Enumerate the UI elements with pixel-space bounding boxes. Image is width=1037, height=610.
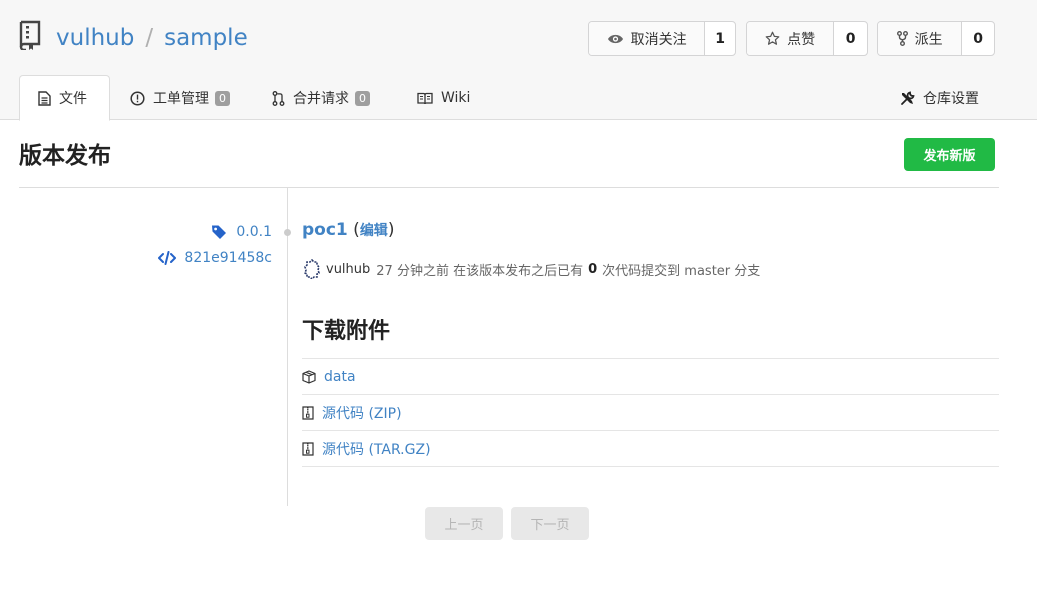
repo-title: vulhub / sample xyxy=(56,22,248,54)
star-count[interactable]: 0 xyxy=(834,22,867,55)
open-paren: ( xyxy=(353,220,360,240)
repo-icon xyxy=(19,20,41,50)
tag-icon xyxy=(212,225,227,239)
fork-button-group: 派生 0 xyxy=(877,21,995,56)
watch-label: 取消关注 xyxy=(630,31,687,48)
fork-icon xyxy=(896,31,908,46)
repo-owner-link[interactable]: vulhub xyxy=(56,25,134,51)
close-paren: ) xyxy=(387,220,395,240)
download-item-data[interactable]: data xyxy=(302,359,999,395)
release-name-link[interactable]: poc1 xyxy=(302,220,348,240)
watch-button[interactable]: 取消关注 xyxy=(589,22,706,55)
downloads-list: data 源代码 (ZIP) 源代码 (TAR.GZ) xyxy=(302,358,999,467)
release-commit-sha: 821e91458c xyxy=(184,250,272,266)
zip-file-icon xyxy=(302,405,314,420)
zip-file-icon xyxy=(302,441,314,456)
tab-pull-requests[interactable]: 合并请求 0 xyxy=(272,76,370,120)
release-tag-label: 0.0.1 xyxy=(236,224,272,240)
commits-since-count: 0 xyxy=(588,261,598,277)
tab-settings[interactable]: 仓库设置 xyxy=(900,76,979,120)
download-item-source-zip[interactable]: 源代码 (ZIP) xyxy=(302,395,999,431)
star-label: 点赞 xyxy=(787,31,816,48)
eye-icon xyxy=(607,34,623,43)
tab-files[interactable]: 文件 xyxy=(19,75,110,121)
star-button-group: 点赞 0 xyxy=(746,21,868,56)
watch-count[interactable]: 1 xyxy=(705,22,735,55)
repo-header: vulhub / sample 取消关注 1 点赞 0 派生 0 文件 工单管理 0… xyxy=(0,0,1037,121)
repo-title-separator: / xyxy=(145,25,154,51)
download-item-source-targz[interactable]: 源代码 (TAR.GZ) xyxy=(302,431,999,467)
release-timeline-dot xyxy=(284,229,291,236)
release-commit-link[interactable]: 821e91458c xyxy=(158,250,272,266)
page-title: 版本发布 xyxy=(19,143,111,169)
fork-button[interactable]: 派生 xyxy=(878,22,963,55)
release-edit-link[interactable]: 编辑 xyxy=(360,223,388,239)
tab-wiki-label: Wiki xyxy=(441,90,471,106)
prev-page-button[interactable]: 上一页 xyxy=(425,507,503,540)
tools-icon xyxy=(901,90,915,105)
book-icon xyxy=(417,92,433,104)
tab-wiki[interactable]: Wiki xyxy=(417,76,470,120)
fork-label: 派生 xyxy=(914,31,943,48)
file-icon xyxy=(38,90,51,106)
tab-settings-label: 仓库设置 xyxy=(923,91,979,107)
tab-pull-requests-label: 合并请求 xyxy=(293,91,349,107)
star-icon xyxy=(765,31,780,45)
watch-button-group: 取消关注 1 xyxy=(588,21,736,56)
commits-to-branch-text: 次代码提交到 master 分支 xyxy=(602,263,761,279)
download-item-label: 源代码 (ZIP) xyxy=(322,405,402,422)
fork-count[interactable]: 0 xyxy=(962,22,994,55)
code-icon xyxy=(158,251,177,265)
issue-icon xyxy=(130,90,145,106)
pull-requests-count-badge: 0 xyxy=(355,90,370,106)
release-author-link[interactable]: vulhub xyxy=(326,262,370,277)
repo-name-link[interactable]: sample xyxy=(164,25,248,51)
release-tag-link[interactable]: 0.0.1 xyxy=(211,224,272,240)
star-button[interactable]: 点赞 xyxy=(747,22,835,55)
tab-files-label: 文件 xyxy=(59,91,87,107)
pull-request-icon xyxy=(272,90,285,106)
user-avatar[interactable] xyxy=(302,259,322,279)
divider xyxy=(19,187,999,188)
release-meta: vulhub 27 分钟之前 在该版本发布之后已有 0 次代码提交到 maste… xyxy=(302,259,760,279)
new-release-button[interactable]: 发布新版 xyxy=(904,138,995,171)
tab-issues-label: 工单管理 xyxy=(153,91,209,107)
downloads-title: 下载附件 xyxy=(302,319,391,344)
download-item-label: 源代码 (TAR.GZ) xyxy=(322,441,431,458)
release-heading: poc1 (编辑) xyxy=(302,220,394,240)
next-page-button[interactable]: 下一页 xyxy=(511,507,589,540)
download-item-label: data xyxy=(324,368,356,385)
package-icon xyxy=(302,369,316,384)
release-since-text: 在该版本发布之后已有 xyxy=(453,263,584,279)
release-time-ago: 27 分钟之前 xyxy=(376,263,449,279)
issues-count-badge: 0 xyxy=(215,90,230,106)
tab-issues[interactable]: 工单管理 0 xyxy=(130,76,230,120)
